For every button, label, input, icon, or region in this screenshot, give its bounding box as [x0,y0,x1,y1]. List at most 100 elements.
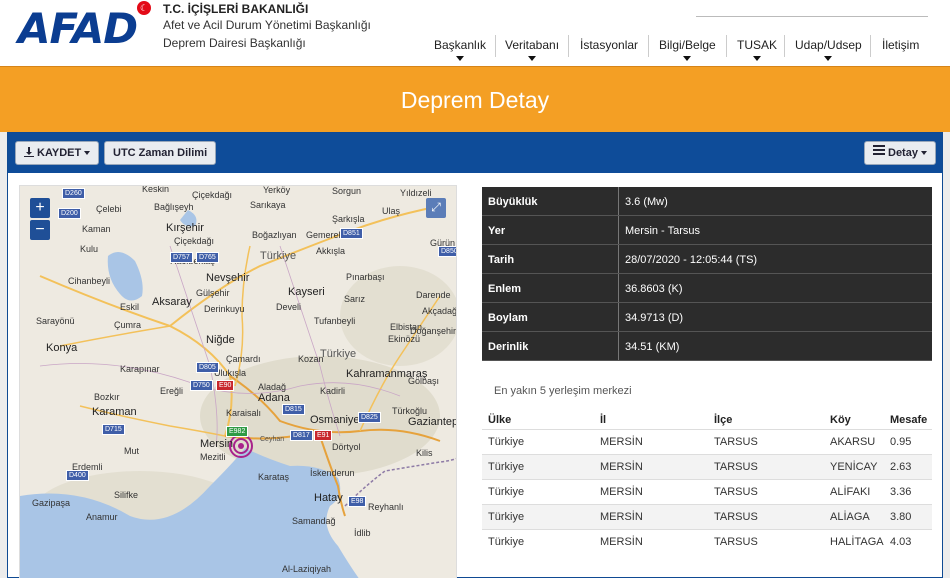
map-city: Cihanbeyli [68,276,111,286]
nav-separator [726,35,727,57]
detail-row-location: Yer Mersin - Tarsus [482,216,932,245]
nav-bilgi-belge[interactable]: Bilgi/Belge [659,38,716,62]
fullscreen-icon[interactable]: ⤢ [426,198,446,218]
menu-icon [873,143,885,157]
map-city: Sarız [344,294,366,304]
col-village: Köy [830,414,851,426]
map-city: Mut [124,446,140,456]
caret-down-icon [84,151,91,156]
map-city: Kilis [416,448,433,458]
org-presidency: Afet ve Acil Durum Yönetimi Başkanlığı [163,18,371,32]
map-city: Yerköy [263,185,291,195]
road-sign: D750 [190,380,213,391]
map-city: İdlib [354,528,371,538]
nav-istasyonlar[interactable]: İstasyonlar [580,38,638,62]
col-district: İlçe [714,414,733,426]
chevron-down-icon [456,56,465,61]
map-city: Aladağ [258,382,287,392]
map-city: Çumra [114,320,142,330]
map-city: Akkışla [316,246,346,256]
map-city: Aksaray [152,296,192,308]
utc-timezone-button[interactable]: UTC Zaman Dilimi [104,141,217,165]
col-province: İl [600,414,607,426]
map-city: Yıldızeli [400,188,432,198]
map-city: Çamardı [226,354,261,364]
nav-separator [870,35,871,57]
zoom-out-button[interactable]: − [30,220,50,240]
map-city: Keskin [142,185,170,194]
nav-tusak[interactable]: TUSAK [737,38,777,62]
epicenter-map[interactable]: + − ⤢ Keskin Çiçekdağı Yerköy Sorgun Çel… [19,185,457,578]
map-city: Osmaniye [310,414,360,426]
road-sign: D825 [358,412,381,423]
map-city: Gemerek [306,230,344,240]
map-city: Ekinözü [388,334,421,344]
road-sign: D805 [196,362,219,373]
map-city: Çiçekdağı [174,236,215,246]
road-sign: E90 [216,380,235,391]
epicenter-marker[interactable] [229,434,253,458]
map-city: Anamur [86,512,118,522]
save-button[interactable]: KAYDET [15,141,100,165]
map-city: Kulu [80,244,99,254]
map-city: Kaman [82,224,111,234]
nav-iletisim[interactable]: İletişim [882,38,919,62]
nav-baskanlik[interactable]: Başkanlık [434,38,486,62]
map-city: Kadirli [320,386,346,396]
table-row: Türkiye MERSİN TARSUS AKARSU 0.95 [482,429,932,454]
map-city: İskenderun [310,468,355,478]
map-city: Çiçekdağı [192,190,233,200]
detail-menu-button[interactable]: Detay [864,141,936,165]
map-city: Sarıkaya [250,200,286,210]
chevron-down-icon [683,56,692,61]
table-row: Türkiye MERSİN TARSUS HALİTAGA 4.03 [482,529,932,554]
map-city: Bozkır [94,392,120,402]
download-icon [24,147,34,157]
header-divider [696,16,928,17]
map-city: Kırşehir [166,222,204,234]
nav-udap-udsep[interactable]: Udap/Udsep [795,38,862,62]
afad-logo[interactable]: AFAD [18,4,138,53]
road-sign: D851 [340,228,363,239]
map-city: Dörtyol [332,442,361,452]
road-sign: D817 [290,430,313,441]
org-department: Deprem Dairesi Başkanlığı [163,36,306,50]
map-city: Türkoğlu [392,406,428,416]
map-city: Darende [416,290,451,300]
road-sign: D715 [102,424,125,435]
chevron-down-icon [528,56,537,61]
map-city: Kayseri [288,286,325,298]
map-city: Samandağ [292,516,336,526]
map-city: Ulukışla [214,368,247,378]
map-city: Al-Laziqiyah [282,564,332,574]
zoom-in-button[interactable]: + [30,198,50,218]
site-header: AFAD ☾ T.C. İÇİŞLERİ BAKANLIĞI Afet ve A… [0,0,950,66]
nav-separator [648,35,649,57]
nav-separator [495,35,496,57]
map-city: Mezitli [200,452,226,462]
road-sign: D757 [170,252,193,263]
map-city: Hatay [314,492,343,504]
map-city: Karataş [258,472,290,482]
nav-veritabani[interactable]: Veritabanı [505,38,559,62]
map-city: Ulaş [382,206,401,216]
map-city: Sarayönü [36,316,75,326]
road-sign: D200 [58,208,81,219]
road-sign: E98 [348,496,367,507]
map-city: Gülşehir [196,288,230,298]
map-city: Mersin [200,438,234,450]
map-city: Develi [276,302,302,312]
road-sign: E91 [314,430,333,441]
map-city: Ereğli [160,386,184,396]
detail-row-longitude: Boylam 34.9713 (D) [482,303,932,332]
map-city: Konya [46,342,78,354]
map-city: Tufanbeyli [314,316,356,326]
title-band: Deprem Detay [0,66,950,132]
map-city: Sorgun [332,186,362,196]
table-row: Türkiye MERSİN TARSUS YENİCAY 2.63 [482,454,932,479]
map-city: Boğazlıyan [252,230,297,240]
road-sign: D815 [282,404,305,415]
map-city: Gaziantep [408,416,457,428]
detail-row-depth: Derinlik 34.51 (KM) [482,332,932,361]
road-sign: D850 [438,246,456,257]
